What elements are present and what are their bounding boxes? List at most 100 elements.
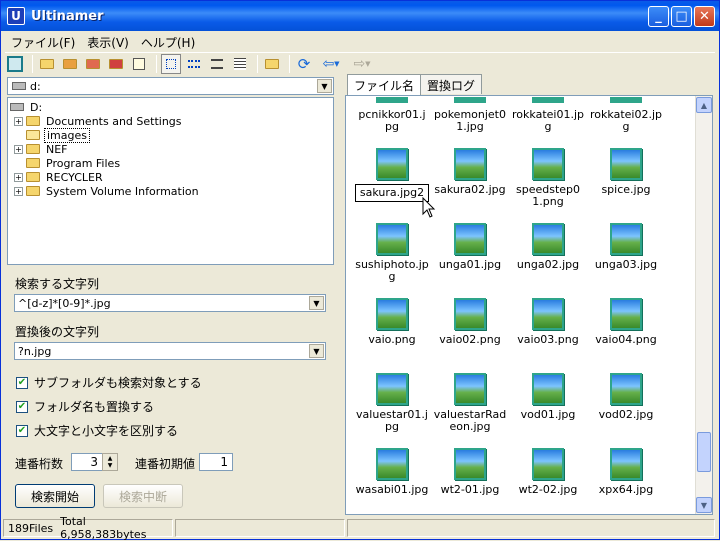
app-window: U Ultinamer _ □ ✕ ファイル(F) 表示(V) ヘルプ(H) ⟳… [0, 0, 720, 541]
search-stop-button[interactable]: 検索中断 [103, 484, 183, 508]
tree-item-label: System Volume Information [46, 184, 199, 198]
status-cell-empty [347, 519, 715, 537]
file-name: vaio04.png [595, 333, 657, 346]
move-folder-icon[interactable] [83, 54, 103, 74]
file-item[interactable]: unga02.jpg [510, 223, 586, 271]
up-arrow-icon[interactable]: ▲ [108, 455, 113, 462]
tree-item-documents-and-settings[interactable]: + Documents and Settings [10, 114, 331, 128]
folder-icon [26, 172, 40, 182]
rename-edit-box[interactable]: sakura.jpg2 [354, 184, 430, 202]
folder-icon [26, 144, 40, 154]
chevron-down-icon[interactable]: ▼ [309, 344, 324, 358]
check-icon[interactable]: ✔ [16, 400, 28, 413]
file-item[interactable]: unga03.jpg [588, 223, 664, 271]
chevron-down-icon[interactable]: ▼ [317, 79, 332, 93]
file-item[interactable]: wt2-02.jpg [510, 448, 586, 496]
large-icons-view-icon[interactable] [161, 53, 181, 74]
image-file-icon [376, 448, 408, 480]
file-name: vaio03.png [517, 333, 579, 346]
file-item[interactable]: valuestar01.jpg [354, 373, 430, 433]
file-item[interactable]: spice.jpg [588, 148, 664, 196]
scroll-up-icon[interactable]: ▲ [696, 97, 712, 113]
expand-icon[interactable]: + [14, 144, 23, 154]
foldernames-checkbox[interactable]: ✔ フォルダ名も置換する [16, 398, 154, 415]
file-item[interactable]: vod01.jpg [510, 373, 586, 421]
open-folder-icon [26, 130, 40, 140]
file-list[interactable]: pcnikkor01.jpg pokemonjet01.jpg rokkatei01… [345, 95, 713, 515]
expand-icon[interactable]: + [14, 172, 23, 182]
chevron-down-icon[interactable]: ▼ [309, 296, 324, 310]
expand-icon[interactable]: + [14, 116, 23, 126]
digits-stepper[interactable]: ▲ ▼ [102, 453, 118, 471]
copy-folder-icon[interactable] [60, 54, 80, 74]
file-item[interactable]: vaio04.png [588, 298, 664, 346]
subfolders-checkbox[interactable]: ✔ サブフォルダも検索対象とする [16, 374, 202, 391]
image-file-icon [376, 298, 408, 330]
menu-help[interactable]: ヘルプ(H) [135, 32, 201, 50]
tree-item-program-files[interactable]: Program Files [10, 156, 331, 170]
expand-icon[interactable]: + [14, 186, 23, 196]
status-file-count: 189Files [8, 521, 54, 535]
file-item[interactable]: xpx64.jpg [588, 448, 664, 496]
file-item[interactable]: sakura.jpg2 [354, 148, 430, 202]
menu-view[interactable]: 表示(V) [81, 32, 135, 50]
small-icons-view-icon[interactable] [184, 54, 204, 74]
initial-value-input[interactable]: 1 [199, 453, 233, 471]
status-bar: 189Files Total 6,958,383bytes [3, 515, 717, 541]
file-item[interactable]: speedstep01.png [510, 148, 586, 208]
minimize-button[interactable]: _ [648, 6, 669, 27]
replace-input[interactable]: ?n.jpg ▼ [14, 342, 326, 360]
tree-root[interactable]: D: [10, 100, 331, 114]
tree-item-images[interactable]: images [10, 127, 331, 143]
file-item[interactable]: sakura02.jpg [432, 148, 508, 196]
drive-icon [10, 103, 24, 111]
file-item[interactable]: vod02.jpg [588, 373, 664, 421]
list-view-icon[interactable] [207, 54, 227, 74]
file-item[interactable]: valuestarRadeon.jpg [432, 373, 508, 433]
refresh-icon[interactable]: ⟳ [294, 54, 314, 74]
back-icon[interactable]: ⇦ ▼ [317, 54, 345, 74]
details-view-icon[interactable] [230, 54, 250, 74]
case-sensitive-checkbox[interactable]: ✔ 大文字と小文字を区別する [16, 422, 178, 439]
file-item[interactable]: wasabi01.jpg [354, 448, 430, 496]
digits-input[interactable]: 3 [71, 453, 103, 471]
tree-item-nef[interactable]: + NEF [10, 142, 331, 156]
new-folder-icon[interactable] [37, 54, 57, 74]
scroll-thumb[interactable] [697, 432, 711, 472]
file-item[interactable]: pcnikkor01.jpg [354, 97, 430, 133]
menu-file[interactable]: ファイル(F) [5, 32, 81, 50]
forward-icon[interactable]: ⇨ ▼ [348, 54, 376, 74]
file-item[interactable]: pokemonjet01.jpg [432, 97, 508, 133]
close-button[interactable]: ✕ [694, 6, 715, 27]
edit-icon[interactable] [129, 54, 149, 74]
file-item[interactable]: sushiphoto.jpg [354, 223, 430, 283]
check-icon[interactable]: ✔ [16, 424, 28, 437]
down-arrow-icon[interactable]: ▼ [108, 462, 113, 469]
file-item[interactable]: vaio02.png [432, 298, 508, 346]
check-icon[interactable]: ✔ [16, 376, 28, 389]
search-start-button[interactable]: 検索開始 [15, 484, 95, 508]
file-item[interactable]: vaio03.png [510, 298, 586, 346]
file-item[interactable]: wt2-01.jpg [432, 448, 508, 496]
search-input[interactable]: ^[d-z]*[0-9]*.jpg ▼ [14, 294, 326, 312]
folder-tree[interactable]: D: + Documents and Settings images + NEF… [7, 97, 334, 265]
folder-up-icon[interactable] [262, 54, 282, 74]
title-bar[interactable]: U Ultinamer _ □ ✕ [1, 1, 719, 31]
file-item[interactable]: rokkatei01.jpg [510, 97, 586, 133]
delete-folder-icon[interactable] [106, 54, 126, 74]
tree-item-system-volume-information[interactable]: + System Volume Information [10, 184, 331, 198]
tab-replace-log[interactable]: 置換ログ [420, 74, 483, 94]
file-item[interactable]: unga01.jpg [432, 223, 508, 271]
file-item[interactable]: rokkatei02.jpg [588, 97, 664, 133]
tree-item-recycler[interactable]: + RECYCLER [10, 170, 331, 184]
file-item[interactable]: vaio.png [354, 298, 430, 346]
maximize-button[interactable]: □ [671, 6, 692, 27]
app-launch-icon[interactable] [5, 54, 25, 74]
tree-item-label: Program Files [46, 156, 121, 170]
file-name: vaio02.png [439, 333, 501, 346]
drive-select[interactable]: d: ▼ [7, 77, 334, 95]
image-file-icon [376, 148, 408, 180]
tab-filenames[interactable]: ファイル名 [347, 74, 422, 95]
scroll-down-icon[interactable]: ▼ [696, 497, 712, 513]
vertical-scrollbar[interactable]: ▲ ▼ [695, 96, 712, 514]
